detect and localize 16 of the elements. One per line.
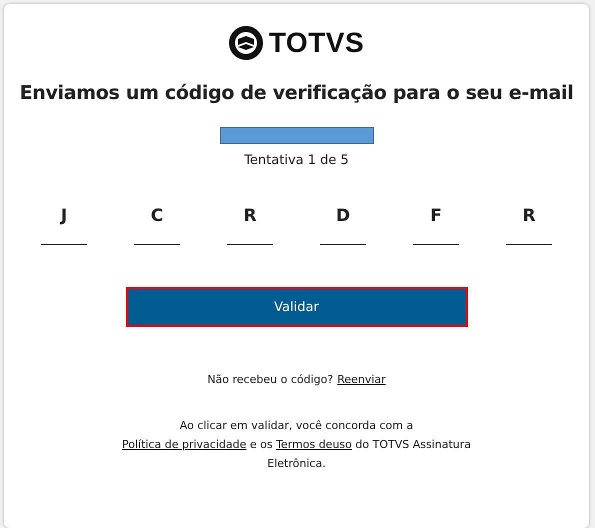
- code-digit-field[interactable]: F: [413, 206, 459, 245]
- attempt-counter: Tentativa 1 de 5: [244, 153, 349, 168]
- code-digit-field[interactable]: R: [227, 206, 273, 245]
- code-digit-field[interactable]: R: [506, 206, 552, 245]
- logo-text: TOTVS: [268, 27, 364, 59]
- code-digit-field[interactable]: J: [41, 206, 87, 245]
- terms-notice: Ao clicar em validar, você concorda com a Política de privacidade e os Termos deuso do TOTVS Assinatura Eletrônica.: [120, 418, 472, 472]
- resend-prompt: Não recebeu o código?: [207, 373, 334, 386]
- terms-link[interactable]: Política de privacidade: [122, 438, 246, 451]
- code-digit-field[interactable]: C: [134, 206, 180, 245]
- validate-button[interactable]: Validar: [128, 289, 466, 325]
- terms-link[interactable]: Termos deuso: [276, 438, 352, 451]
- code-digit-field[interactable]: D: [320, 206, 366, 245]
- logo-icon: [228, 26, 263, 60]
- heading: Enviamos um código de verificação para o seu e-mail: [20, 82, 574, 104]
- resend-link[interactable]: Reenviar: [337, 373, 386, 386]
